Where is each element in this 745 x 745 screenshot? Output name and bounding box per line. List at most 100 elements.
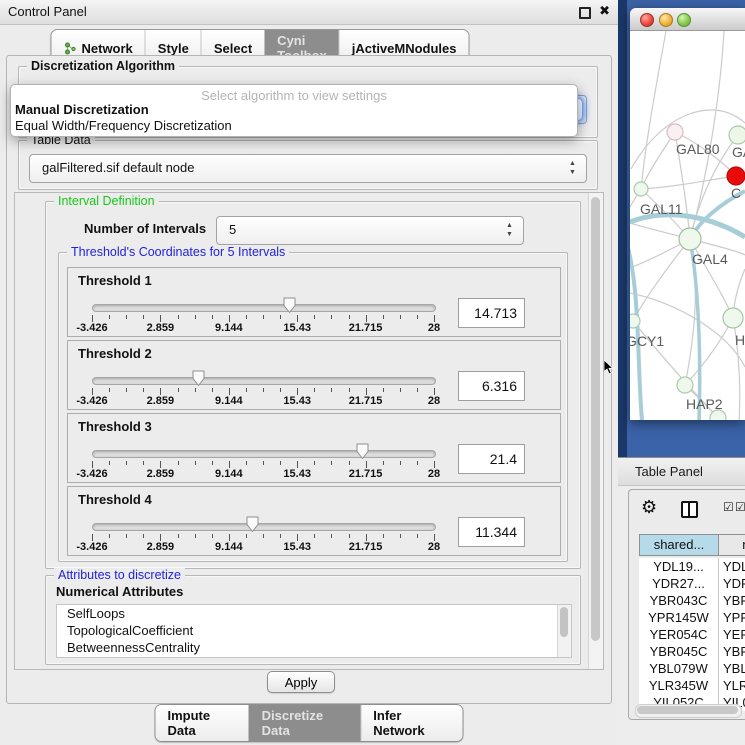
network-edge[interactable] [641,176,736,189]
table-cell[interactable]: YDR2 [719,575,745,592]
slider-tick [263,534,264,538]
threshold-slider-thumb[interactable] [282,297,297,314]
table-cell[interactable]: YDR27... [639,575,719,592]
bottom-tab-infer-network[interactable]: Infer Network [360,705,462,741]
list-scrollbar[interactable] [557,605,571,657]
table-cell[interactable]: YBR045C [639,643,719,660]
checkbox-icon[interactable]: ☑ [723,500,734,514]
threshold-slider-track[interactable] [92,377,436,385]
table-cell[interactable]: YBR0 [719,592,745,609]
table-data-combo[interactable]: galFiltered.sif default node ▲▼ [29,154,587,183]
network-node-h[interactable] [723,308,743,328]
threshold-slider-thumb[interactable] [191,370,206,387]
numerical-attributes-list[interactable]: SelfLoopsTopologicalCoefficientBetweenne… [56,604,572,658]
attribute-item-selfloops[interactable]: SelfLoops [57,605,571,622]
slider-tick [126,315,127,319]
threshold-value-box[interactable]: 11.344 [458,517,525,547]
network-node[interactable] [710,410,726,420]
column-header-name[interactable]: name [719,534,745,556]
algorithm-option-equal-width-frequency-discretization[interactable]: Equal Width/Frequency Discretization [15,118,232,133]
slider-tick [195,388,196,392]
slider-tick [178,461,179,465]
discretization-algorithm-title: Discretization Algorithm [27,59,179,73]
tab-label: Style [158,41,189,56]
table-cell[interactable]: YPR1 [719,609,745,626]
slider-tick-label: 28 [428,541,440,553]
table-cell[interactable]: YBL0 [719,660,745,677]
table-cell[interactable]: YDL19... [639,558,719,575]
threshold-slider-thumb[interactable] [355,443,370,460]
table-horizontal-scrollbar[interactable] [635,704,742,718]
network-node-gcy1[interactable] [630,314,640,328]
zoom-light-green[interactable] [677,13,691,27]
network-view-window[interactable]: GAL80GACGAL11GAL4GCY1HHAP2 [630,8,745,420]
threshold-slider-track[interactable] [92,450,436,458]
threshold-slider-track[interactable] [92,523,436,531]
threshold-value-box[interactable]: 21.4 [458,444,525,474]
close-icon[interactable]: ✖ [599,3,610,19]
float-window-icon[interactable] [579,7,591,19]
checkbox-icon[interactable]: ☑ [735,500,745,514]
table-cell[interactable]: YDL1 [719,558,745,575]
algorithm-option-manual-discretization[interactable]: Manual Discretization [15,102,149,117]
slider-tick [417,461,418,465]
settings-gear-icon[interactable]: ⚙ [641,497,657,518]
attribute-item-topologicalcoefficient[interactable]: TopologicalCoefficient [57,622,571,639]
threshold-panel-3: Threshold 3-3.4262.8599.14415.4321.71528… [67,413,561,483]
mouse-cursor [604,360,615,375]
bottom-tab-impute-data[interactable]: Impute Data [156,705,249,741]
table-cell[interactable]: YER054C [639,626,719,643]
table-data-group: Table Data galFiltered.sif default node … [18,140,598,190]
threshold-value-box[interactable]: 6.316 [458,371,525,401]
table-cell[interactable]: YLR3 [719,677,745,694]
settings-scrollbar[interactable] [588,193,603,669]
combo-arrows-icon[interactable]: ▲▼ [567,159,578,177]
slider-tick [246,388,247,392]
minimize-light-yellow[interactable] [659,13,673,27]
table-cell[interactable]: YER0 [719,626,745,643]
slider-tick [280,315,281,319]
threshold-slider-track[interactable] [92,304,436,312]
slider-tick [160,461,161,468]
network-node-gal80[interactable] [667,124,683,140]
apply-button[interactable]: Apply [267,671,335,693]
slider-tick-label: 28 [428,468,440,480]
slider-tick-label: -3.426 [76,395,107,407]
threshold-slider-thumb[interactable] [245,516,260,533]
column-header-shared[interactable]: shared... [639,534,719,556]
table-cell[interactable]: YPR145W [639,609,719,626]
number-of-intervals-combo[interactable]: 5 ▲▼ [216,216,524,245]
slider-tick [314,461,315,465]
network-node-gal4[interactable] [679,228,701,250]
slider-tick-label: 9.144 [215,541,243,553]
bottom-tab-discretize-data[interactable]: Discretize Data [249,705,361,741]
table-cell[interactable]: YBR043C [639,592,719,609]
attribute-item-betweennesscentrality[interactable]: BetweennessCentrality [57,639,571,656]
network-node-hap2[interactable] [677,377,693,393]
network-edge[interactable] [641,132,675,189]
table-cell[interactable]: YBR0 [719,643,745,660]
table-cell[interactable]: YBL079W [639,660,719,677]
network-window-titlebar[interactable] [630,8,745,31]
network-edge[interactable] [630,293,745,367]
slider-tick [143,534,144,538]
slider-tick [280,461,281,465]
slider-tick [126,461,127,465]
table-cell[interactable]: YLR345W [639,677,719,694]
combo-arrows-icon[interactable]: ▲▼ [504,221,515,239]
slider-tick [417,388,418,392]
threshold-label: Threshold 2 [78,346,152,361]
network-canvas[interactable]: GAL80GACGAL11GAL4GCY1HHAP2 [630,31,745,420]
slider-tick-label: 15.43 [283,395,311,407]
slider-tick [178,388,179,392]
network-node-c[interactable] [727,167,745,185]
network-edge-highlight[interactable] [630,244,642,420]
column-layout-icon[interactable] [681,501,698,518]
slider-tick [229,388,230,395]
network-edge[interactable] [633,239,690,321]
network-node-gal11[interactable] [634,182,648,196]
control-panel-titlebar: Control Panel ✖ [0,0,618,25]
threshold-value-box[interactable]: 14.713 [458,298,525,328]
network-node-ga[interactable] [729,126,745,144]
close-light-red[interactable] [640,13,654,27]
